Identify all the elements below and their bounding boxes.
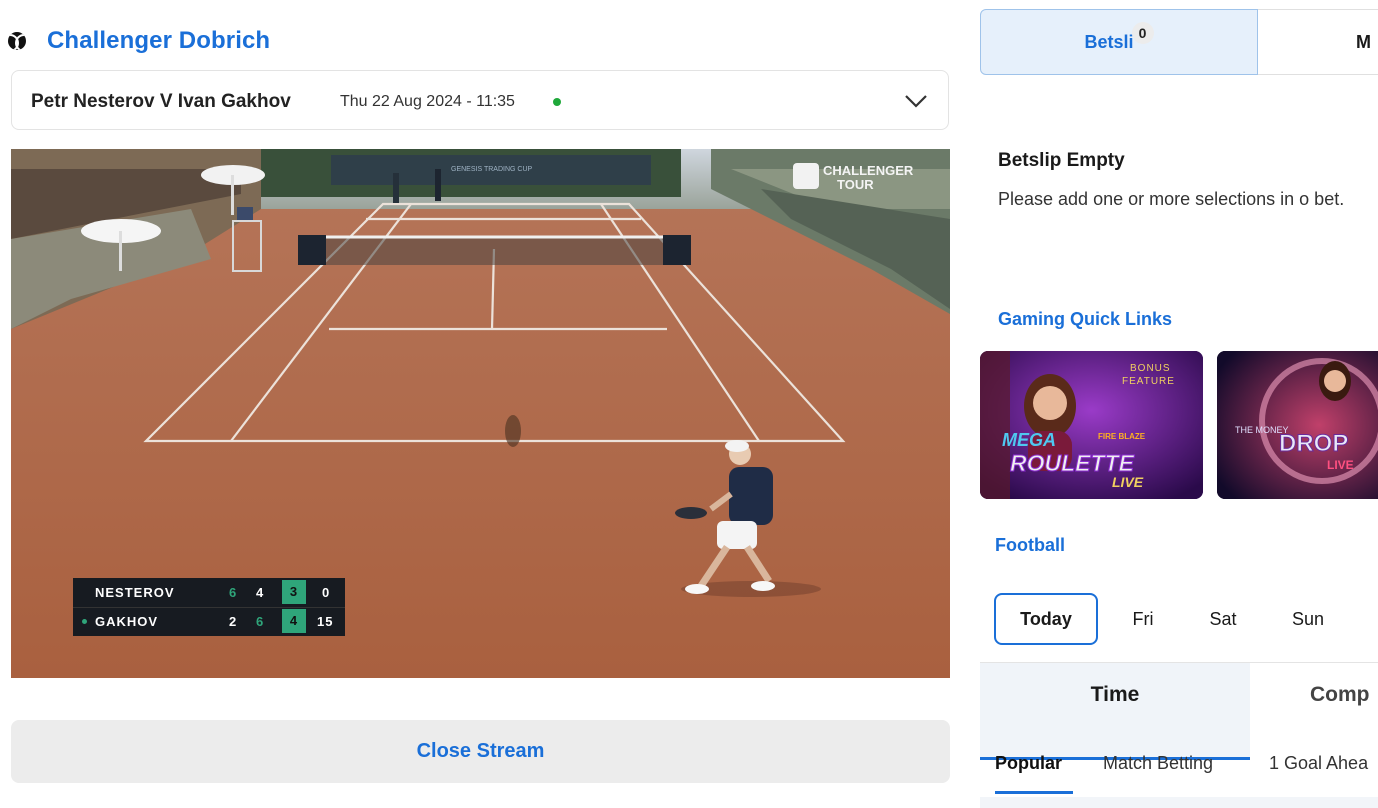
game-title-line1: MEGA	[1002, 430, 1056, 450]
day-filter-today[interactable]: Today	[994, 593, 1098, 645]
banner-text: GENESIS TRADING CUP	[451, 166, 532, 173]
scoreboard-row: GAKHOV 2 6 4 15	[73, 607, 345, 636]
tab-my-bets[interactable]: M	[1258, 9, 1378, 75]
bonus-label: BONUS	[1130, 363, 1171, 374]
feature-label: FEATURE	[1122, 376, 1175, 387]
set1-score: 2	[229, 614, 238, 629]
close-stream-button[interactable]: Close Stream	[11, 720, 950, 783]
match-name: Petr Nesterov V Ivan Gakhov	[31, 91, 291, 112]
tab-time-bg	[980, 663, 1250, 760]
game-tile-mega-fire-blaze-roulette[interactable]: BONUS FEATURE MEGA FIRE BLAZE ROULETTE L…	[980, 351, 1203, 499]
list-top-strip	[980, 797, 1378, 808]
day-filter-sat[interactable]: Sat	[1198, 593, 1248, 645]
roulette-game-art: BONUS FEATURE MEGA FIRE BLAZE ROULETTE L…	[980, 351, 1203, 499]
football-section-title: Football	[995, 535, 1065, 555]
tab-competition[interactable]: Comp	[1310, 683, 1370, 707]
player-name: NESTEROV	[95, 585, 175, 600]
market-tab-1-goal-ahead[interactable]: 1 Goal Ahea	[1269, 753, 1368, 774]
game-title-line2: ROULETTE	[1010, 450, 1135, 476]
game-title-line1b: FIRE BLAZE	[1098, 432, 1146, 441]
points-score: 15	[317, 614, 334, 629]
day-filter-fri[interactable]: Fri	[1118, 593, 1168, 645]
game-tile-money-drop-live[interactable]: THE MONEY DROP LIVE	[1217, 351, 1378, 499]
market-tab-match-betting[interactable]: Match Betting	[1103, 753, 1213, 774]
player-name: GAKHOV	[95, 614, 159, 629]
tab-time[interactable]: Time	[980, 683, 1250, 707]
tennis-ball-icon	[8, 32, 26, 50]
chevron-down-icon[interactable]	[904, 89, 928, 113]
day-filter-sun[interactable]: Sun	[1283, 593, 1333, 645]
scoreboard: NESTEROV 6 4 3 0 GAKHOV 2 6 4 15	[73, 578, 345, 636]
competition-header: Challenger Dobrich	[8, 26, 270, 56]
gaming-quick-links-title: Gaming Quick Links	[998, 309, 1173, 329]
scoreboard-row: NESTEROV 6 4 3 0	[73, 578, 345, 608]
money-drop-game-art: THE MONEY DROP LIVE	[1217, 351, 1378, 499]
betslip-count-badge: 0	[1131, 22, 1154, 44]
game-title-line2: DROP	[1279, 430, 1348, 457]
betslip-tab-label: Betsli	[1084, 31, 1134, 52]
video-stream[interactable]: GENESIS TRADING CUP CHALLENGER TOUR NEST…	[11, 149, 950, 678]
game-title-line3: LIVE	[1112, 474, 1144, 490]
match-selector[interactable]: Petr Nesterov V Ivan Gakhov Thu 22 Aug 2…	[11, 70, 949, 130]
game-title-line3: LIVE	[1327, 458, 1354, 472]
svg-text:CHALLENGER: CHALLENGER	[823, 163, 914, 178]
tab-betslip[interactable]: Betsli 0	[980, 9, 1258, 75]
set2-score: 4	[256, 585, 265, 600]
market-tab-indicator	[995, 791, 1073, 794]
market-tab-popular[interactable]: Popular	[995, 753, 1062, 774]
live-indicator	[553, 98, 561, 106]
points-score: 0	[322, 585, 331, 600]
set1-score: 6	[229, 585, 238, 600]
set3-score: 4	[282, 609, 306, 633]
competition-title[interactable]: Challenger Dobrich	[47, 27, 270, 55]
betslip-empty-text: Please add one or more selections in o b…	[998, 189, 1345, 209]
set2-score: 6	[256, 614, 265, 629]
match-datetime: Thu 22 Aug 2024 - 11:35	[340, 93, 515, 110]
betslip-empty-title: Betslip Empty	[998, 150, 1125, 171]
svg-text:TOUR: TOUR	[837, 177, 874, 192]
set3-score: 3	[282, 580, 306, 604]
serving-indicator	[82, 619, 87, 624]
